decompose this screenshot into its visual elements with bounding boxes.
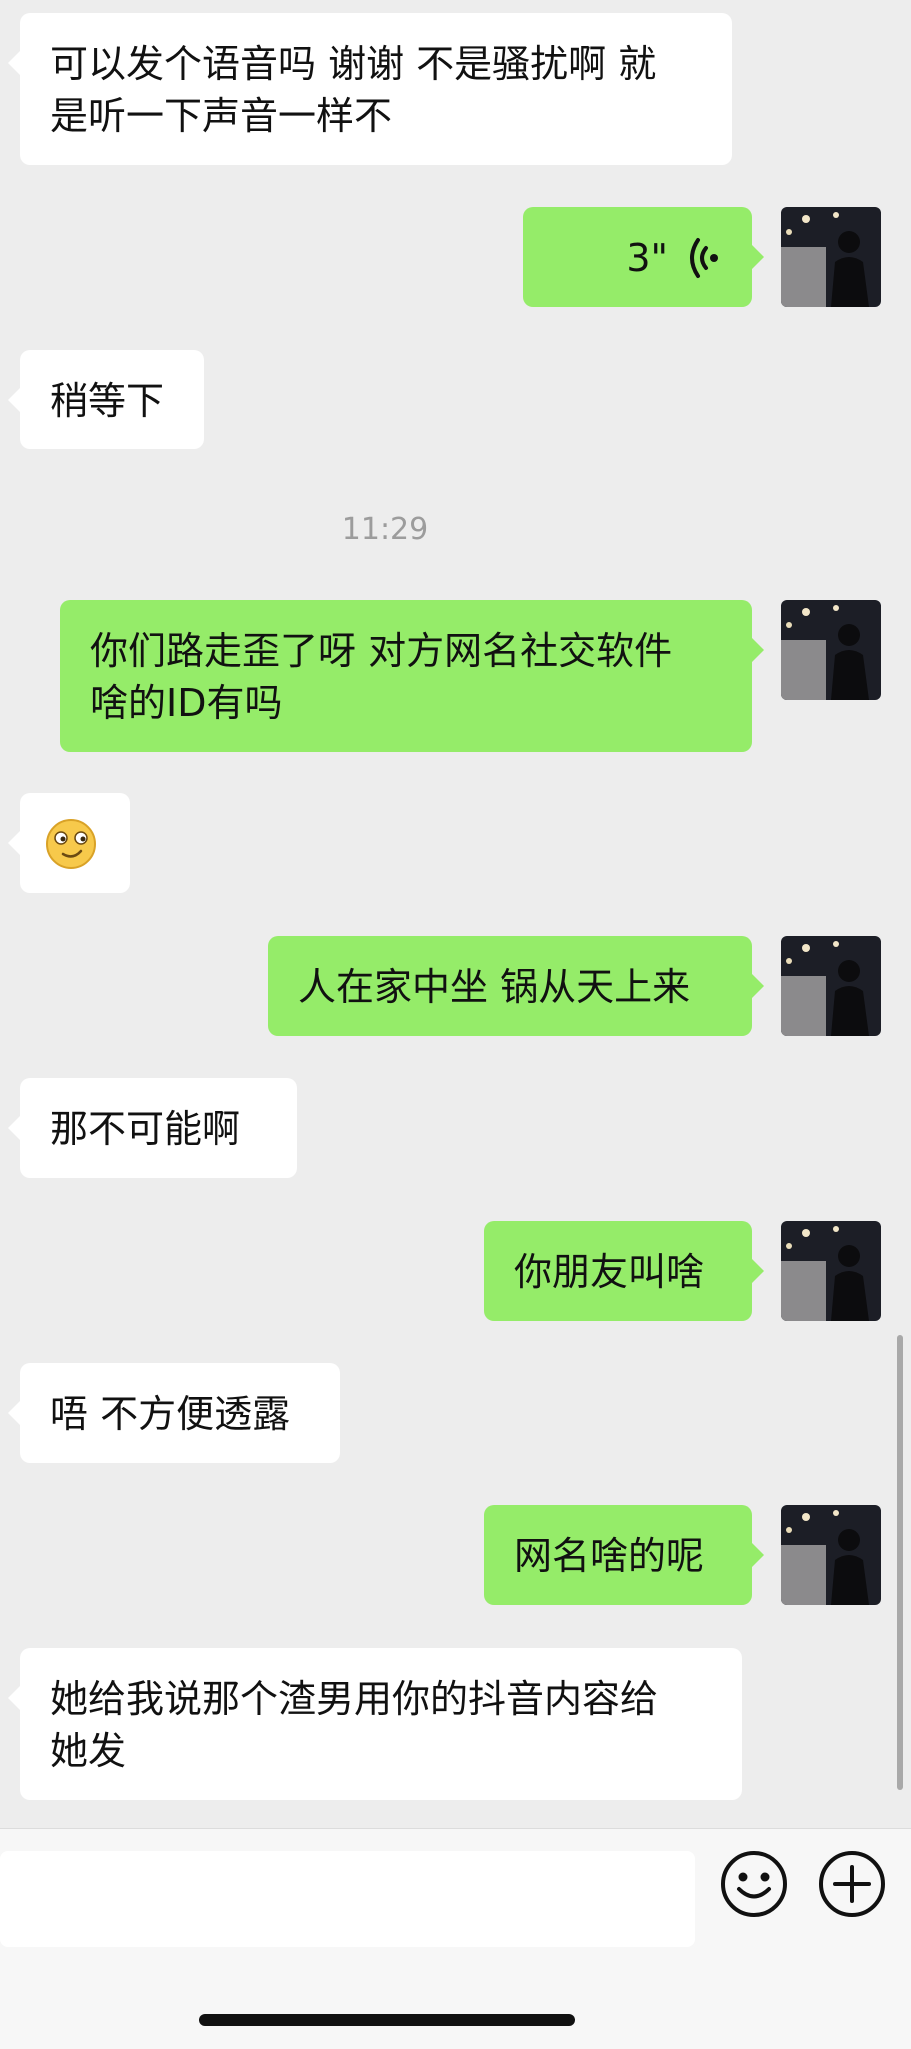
voice-message-bubble[interactable]: 3" [523, 207, 764, 307]
message-bubble-outgoing[interactable]: 网名啥的呢 [484, 1505, 764, 1605]
message-bubble-outgoing[interactable]: 你们路走歪了呀 对方网名社交软件 啥的ID有吗 [60, 600, 764, 752]
message-bubble-outgoing[interactable]: 人在家中坐 锅从天上来 [268, 936, 764, 1036]
message-text-line: 那不可能啊 [50, 1107, 241, 1151]
chat-scrollbar[interactable] [897, 1335, 903, 1790]
message-text-line: 网名啥的呢 [514, 1534, 705, 1578]
message-text-line: 你们路走歪了呀 对方网名社交软件 [90, 629, 673, 673]
message-input[interactable] [0, 1851, 695, 1947]
message-bubble-incoming[interactable]: 她给我说那个渣男用你的抖音内容给 她发 [8, 1648, 742, 1800]
message-bubble-incoming[interactable]: 唔 不方便透露 [8, 1363, 340, 1463]
message-text-line: 你朋友叫啥 [514, 1250, 705, 1294]
message-bubble-outgoing[interactable]: 你朋友叫啥 [484, 1221, 764, 1321]
more-button[interactable] [817, 1849, 887, 1919]
message-bubble-incoming[interactable]: 那不可能啊 [8, 1078, 297, 1178]
message-text-line: 啥的ID有吗 [90, 681, 283, 725]
message-bubble-incoming[interactable]: 可以发个语音吗 谢谢 不是骚扰啊 就 是听一下声音一样不 [8, 13, 732, 165]
plus-icon [819, 1851, 885, 1917]
message-bubble-incoming[interactable]: 稍等下 [8, 350, 204, 449]
chat-area[interactable]: 可以发个语音吗 谢谢 不是骚扰啊 就 是听一下声音一样不 3" 稍等下 11:2… [0, 0, 911, 1828]
message-text-line: 人在家中坐 锅从天上来 [298, 965, 691, 1009]
voice-duration: 3" [626, 236, 668, 280]
home-indicator[interactable] [199, 2014, 575, 2026]
message-text-line: 可以发个语音吗 谢谢 不是骚扰啊 就 [50, 42, 657, 86]
avatar[interactable] [781, 600, 881, 700]
input-bar [0, 1828, 911, 2049]
message-text-line: 她给我说那个渣男用你的抖音内容给 [50, 1677, 659, 1721]
smirk-face-icon [46, 819, 96, 869]
message-timestamp: 11:29 [341, 512, 429, 547]
avatar[interactable] [781, 1505, 881, 1605]
avatar[interactable] [781, 207, 881, 307]
emoji-message-bubble[interactable] [8, 793, 130, 893]
voice-wave-icon [690, 238, 718, 278]
message-text-line: 唔 不方便透露 [50, 1392, 291, 1436]
message-text-line: 是听一下声音一样不 [50, 94, 393, 138]
smiley-icon [721, 1851, 787, 1917]
avatar[interactable] [781, 1221, 881, 1321]
message-text-line: 稍等下 [50, 379, 165, 423]
avatar[interactable] [781, 936, 881, 1036]
emoji-button[interactable] [719, 1849, 789, 1919]
message-text-line: 她发 [50, 1729, 127, 1773]
